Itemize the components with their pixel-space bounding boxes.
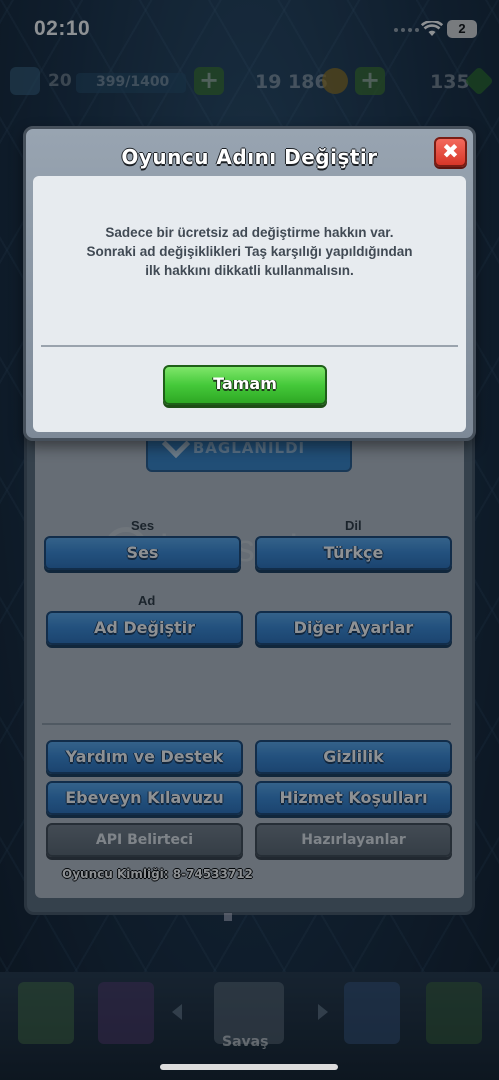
home-indicator <box>160 1064 338 1070</box>
dialog-message: Sadece bir ücretsiz ad değiştirme hakkın… <box>86 225 413 278</box>
close-button[interactable]: ✖ <box>434 137 467 167</box>
dialog-body: Sadece bir ücretsiz ad değiştirme hakkın… <box>33 176 466 432</box>
dialog-divider <box>41 345 458 347</box>
dialog-title: Oyuncu Adını Değiştir <box>121 145 378 169</box>
change-name-dialog: Oyuncu Adını Değiştir ✖ Sadece bir ücret… <box>23 126 476 441</box>
close-icon: ✖ <box>442 139 459 163</box>
ok-button[interactable]: Tamam <box>163 365 327 405</box>
